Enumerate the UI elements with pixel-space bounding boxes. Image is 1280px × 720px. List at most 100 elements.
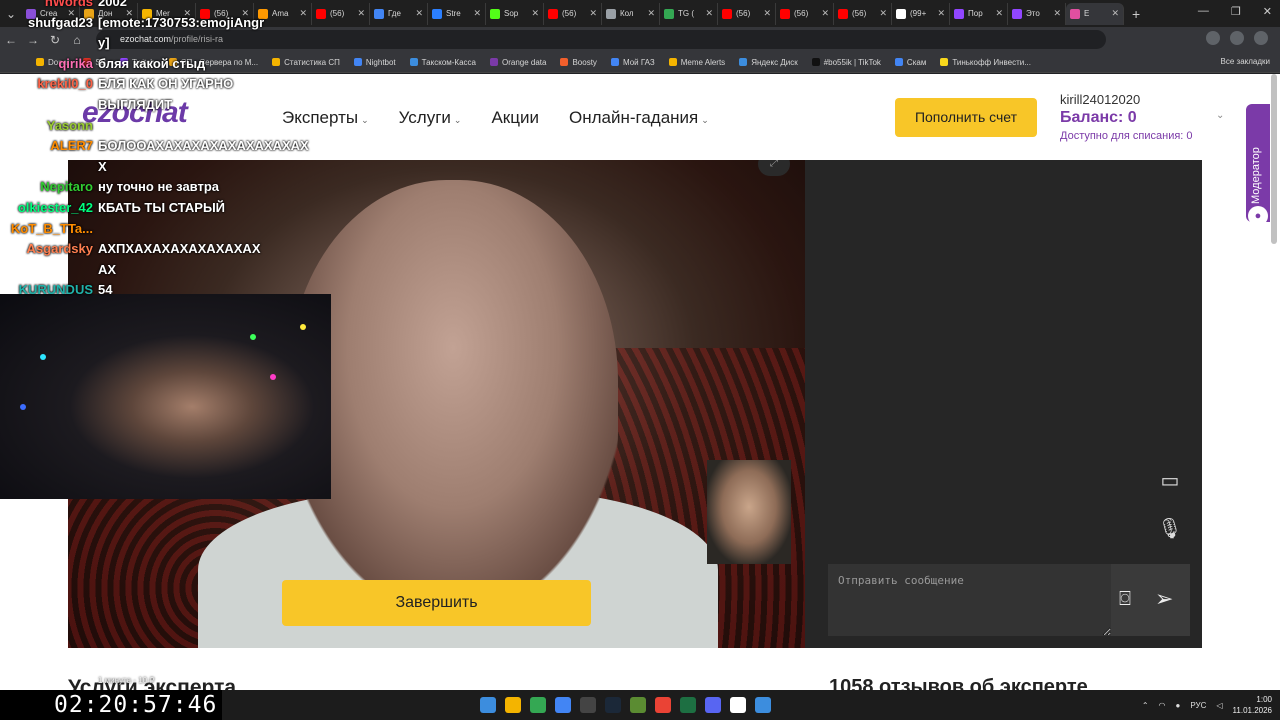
nav-experts[interactable]: Эксперты ⌄ (282, 108, 369, 128)
bookmark-favicon-icon (739, 58, 748, 66)
close-tab-icon[interactable]: ✕ (1053, 8, 1061, 19)
minimize-icon[interactable]: — (1198, 5, 1209, 18)
close-tab-icon[interactable]: ✕ (763, 8, 771, 19)
close-tab-icon[interactable]: ✕ (821, 8, 829, 19)
volume-icon[interactable]: ◁ (1216, 701, 1222, 710)
browser-tab[interactable]: Это ✕ (1008, 2, 1066, 25)
bookmark-item[interactable]: Скам (894, 58, 926, 67)
microphone-icon[interactable]: 🎙 (1155, 516, 1185, 546)
end-call-button[interactable]: Завершить (282, 580, 591, 626)
close-tab-icon[interactable]: ✕ (357, 8, 365, 19)
chat-nick: Nepitaro (40, 179, 93, 195)
send-icon[interactable]: ➢ (1155, 586, 1173, 612)
tab-favicon-icon (1012, 8, 1022, 19)
topup-button[interactable]: Пополнить счет (895, 98, 1037, 137)
close-window-icon[interactable]: ✕ (1263, 5, 1272, 18)
bookmark-item[interactable]: Мой ГАЗ (610, 58, 655, 67)
bookmark-item[interactable]: Nightbot (353, 57, 396, 67)
browser-tab[interactable]: (56) ✕ (312, 2, 370, 25)
bookmark-item[interactable]: Orange data (489, 58, 546, 67)
new-tab-button[interactable]: + (1124, 6, 1148, 22)
extension-icon[interactable] (1206, 31, 1220, 45)
close-tab-icon[interactable]: ✕ (647, 8, 655, 19)
close-tab-icon[interactable]: ✕ (299, 8, 307, 19)
browser-tab[interactable]: E ✕ (1066, 2, 1124, 25)
mic-tray-icon[interactable]: ● (1176, 701, 1181, 710)
tab-favicon-icon (432, 8, 442, 19)
chevron-down-icon[interactable]: ⌄ (1216, 110, 1224, 121)
nav-online-divination[interactable]: Онлайн-гадания ⌄ (569, 108, 709, 128)
profile-icon[interactable] (1254, 31, 1268, 45)
windows-start-icon[interactable] (480, 697, 496, 713)
excel-icon[interactable] (680, 697, 696, 713)
language-indicator[interactable]: РУС (1190, 701, 1206, 710)
camera-photo-icon[interactable]: ⌼ (1119, 588, 1131, 611)
obs-icon[interactable] (580, 697, 596, 713)
streamer-webcam (0, 294, 331, 499)
expert-video-face (288, 180, 618, 600)
bookmark-item[interactable]: Boosty (560, 58, 597, 67)
page-scrollbar[interactable] (1271, 74, 1277, 244)
browser-tab[interactable]: (56) ✕ (776, 2, 834, 25)
browser-tab[interactable]: (56) ✕ (718, 2, 776, 25)
close-tab-icon[interactable]: ✕ (415, 8, 423, 19)
collapse-icon[interactable]: ⤢ (758, 160, 790, 176)
browser-tab[interactable]: Где ✕ (370, 2, 428, 25)
user-menu[interactable]: kirill24012020 Баланс: 0 Доступно для сп… (1060, 92, 1193, 142)
browser-tab[interactable]: (99+ ✕ (892, 2, 950, 25)
chat-text: ну точно не завтра (98, 179, 220, 195)
minecraft-icon[interactable] (630, 697, 646, 713)
close-tab-icon[interactable]: ✕ (531, 8, 539, 19)
browser-tab[interactable]: (56) ✕ (834, 2, 892, 25)
all-bookmarks[interactable]: Все закладки (1221, 57, 1270, 66)
app2-icon[interactable] (730, 697, 746, 713)
close-tab-icon[interactable]: ✕ (995, 8, 1003, 19)
app-icon[interactable] (555, 697, 571, 713)
browser-tab[interactable]: (56) ✕ (544, 2, 602, 25)
bookmark-item[interactable]: #bo55ik | TikTok (811, 58, 881, 67)
bookmark-label: Nightbot (365, 57, 396, 67)
chrome-alt-icon[interactable] (655, 697, 671, 713)
browser-tab[interactable]: Stre ✕ (428, 2, 486, 25)
tab-label: Sop (504, 9, 519, 18)
close-tab-icon[interactable]: ✕ (705, 8, 713, 19)
bookmark-label: Meme Alerts (680, 57, 726, 67)
app3-icon[interactable] (755, 697, 771, 713)
close-tab-icon[interactable]: ✕ (937, 8, 945, 19)
steam-icon[interactable] (605, 697, 621, 713)
close-tab-icon[interactable]: ✕ (473, 8, 481, 19)
network-icon[interactable]: ◠ (1159, 701, 1166, 710)
extension-icon[interactable] (1230, 31, 1244, 45)
camera-icon[interactable]: ▭ (1155, 468, 1185, 498)
nav-services[interactable]: Услуги ⌄ (399, 108, 462, 128)
bookmark-item[interactable]: Такском-Касса (409, 58, 476, 67)
chat-bubble-icon[interactable]: ● (1248, 206, 1268, 226)
close-tab-icon[interactable]: ✕ (1111, 8, 1119, 19)
bookmark-item[interactable]: Яндекс Диск (739, 58, 798, 67)
chat-text: 54 (98, 282, 113, 298)
close-tab-icon[interactable]: ✕ (589, 8, 597, 19)
maximize-icon[interactable]: ❐ (1231, 5, 1241, 18)
bookmark-item[interactable]: Статистика СП (272, 58, 340, 67)
bookmark-item[interactable]: Meme Alerts (668, 57, 726, 67)
clock[interactable]: 1:00 11.01.2026 (1233, 694, 1272, 716)
discord-icon[interactable] (705, 697, 721, 713)
tab-label: (56) (794, 9, 809, 18)
file-explorer-icon[interactable] (505, 697, 521, 713)
browser-tab[interactable]: Sop ✕ (486, 2, 544, 25)
message-input[interactable] (828, 564, 1111, 636)
tab-label: Пор (968, 9, 983, 18)
bookmark-item[interactable]: Тинькофф Инвести... (940, 58, 1031, 67)
chat-nick: nWords (44, 0, 93, 9)
nav-promotions[interactable]: Акции (491, 108, 539, 128)
browser-tab[interactable]: Пор ✕ (950, 2, 1008, 25)
browser-tab[interactable]: Кол ✕ (602, 2, 660, 25)
tray-chevron-icon[interactable]: ⌃ (1142, 701, 1149, 710)
chevron-down-icon: ⌄ (453, 115, 462, 125)
chat-nick: qirika (58, 55, 93, 71)
chrome-icon[interactable] (530, 697, 546, 713)
moderator-tab[interactable]: Модератор (1246, 104, 1270, 222)
bookmark-label: Статистика СП (284, 57, 340, 67)
browser-tab[interactable]: TG (✕ (660, 2, 718, 25)
close-tab-icon[interactable]: ✕ (879, 8, 887, 19)
